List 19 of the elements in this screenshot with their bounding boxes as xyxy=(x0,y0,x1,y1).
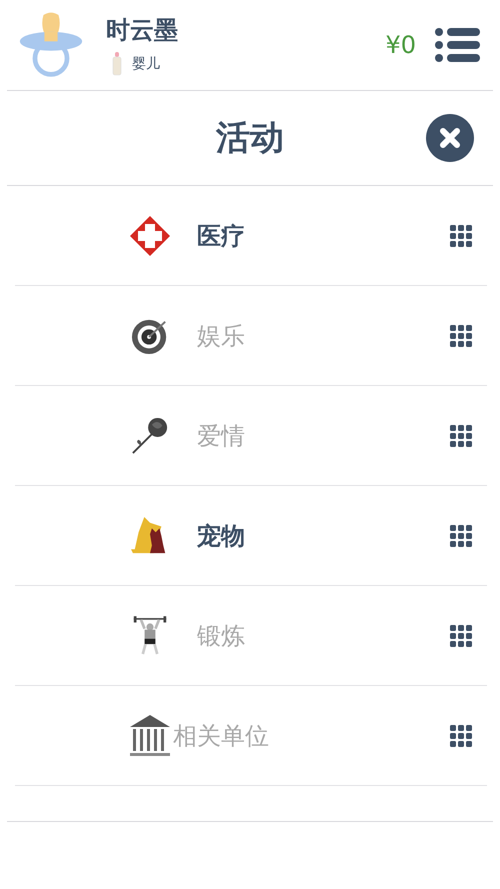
activity-label[interactable]: 宠物 xyxy=(172,520,270,552)
grid-icon[interactable] xyxy=(450,424,472,446)
menu-icon[interactable] xyxy=(434,27,480,63)
grid-icon[interactable] xyxy=(450,724,472,746)
grid-icon[interactable] xyxy=(450,224,472,246)
medical-cross-icon xyxy=(130,216,170,256)
rose-icon xyxy=(131,416,169,454)
grid-icon[interactable] xyxy=(450,524,472,546)
government-building-icon xyxy=(130,714,170,756)
weightlifter-icon xyxy=(132,614,168,656)
grid-icon[interactable] xyxy=(450,324,472,346)
panel-title: 活动 xyxy=(216,117,284,160)
baby-bottle-icon xyxy=(112,52,122,76)
close-icon[interactable] xyxy=(426,114,474,162)
money-amount: ¥0 xyxy=(385,31,416,59)
grid-icon[interactable] xyxy=(450,624,472,646)
player-name: 时云墨 xyxy=(106,15,179,46)
life-stage: 婴儿 xyxy=(132,55,160,73)
activity-label[interactable]: 医疗 xyxy=(172,220,270,252)
